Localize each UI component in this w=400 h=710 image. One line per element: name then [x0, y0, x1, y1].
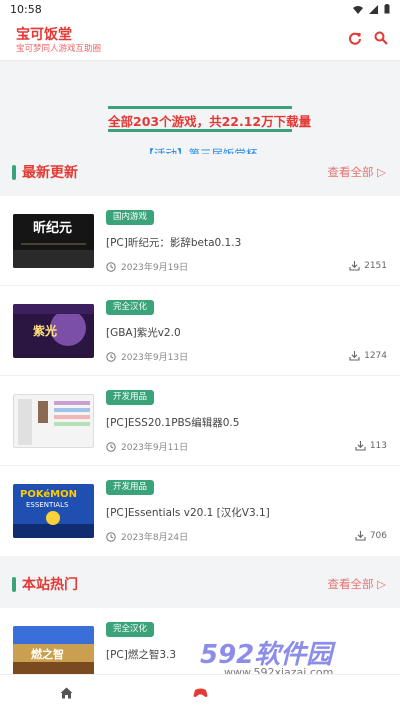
download-count: 2151: [349, 260, 387, 271]
nav-games[interactable]: [192, 685, 208, 701]
download-count-text: 706: [369, 530, 387, 541]
clock-icon: [106, 531, 116, 542]
app-header: 宝可饭堂 宝可梦同人游戏互助圈: [0, 18, 400, 60]
game-thumbnail: POKéMON ESSENTIALS: [13, 484, 94, 538]
category-tag: 开发用品: [106, 480, 155, 495]
update-date: 2023年9月19日: [106, 260, 188, 273]
game-title: [PC]昕纪元：影辞beta0.1.3: [106, 237, 242, 249]
game-thumbnail: 昕纪元: [13, 214, 94, 268]
clock-icon: [106, 351, 116, 362]
refresh-button[interactable]: [347, 30, 363, 46]
section-bar: [12, 164, 16, 180]
update-date: 2023年9月13日: [106, 350, 188, 363]
stats-box: 全部203个游戏，共22.12万下载量: [108, 106, 312, 132]
list-item[interactable]: 昕纪元 国内游戏 [PC]昕纪元：影辞beta0.1.3 2023年9月19日 …: [0, 196, 400, 286]
game-title: [GBA]紫光v2.0: [106, 327, 181, 339]
latest-list: 昕纪元 国内游戏 [PC]昕纪元：影辞beta0.1.3 2023年9月19日 …: [0, 196, 400, 556]
stats-line-top: [108, 106, 292, 109]
list-item[interactable]: POKéMON ESSENTIALS 开发用品 [PC]Essentials v…: [0, 466, 400, 556]
category-tag: 完全汉化: [106, 622, 155, 637]
date-text: 2023年9月11日: [121, 443, 189, 453]
stats-text: 全部203个游戏，共22.12万下载量: [108, 114, 312, 129]
download-count: 1274: [349, 350, 387, 361]
thumbnail-title: 燃之智: [31, 648, 64, 661]
home-icon: [60, 687, 72, 699]
stats-line-bottom: [108, 129, 292, 132]
game-title: [PC]Essentials v20.1 [汉化V3.1]: [106, 507, 270, 519]
system-icons: [353, 4, 390, 14]
date-text: 2023年9月13日: [121, 353, 189, 363]
thumbnail-logo: POKéMON: [20, 489, 78, 500]
update-date: 2023年8月24日: [106, 530, 188, 543]
latest-see-all-link[interactable]: 查看全部 ▷: [328, 164, 387, 180]
category-tag: 国内游戏: [106, 210, 155, 225]
download-count-text: 2151: [364, 260, 387, 271]
section-latest-title: 最新更新: [22, 165, 78, 181]
section-bar: [12, 576, 16, 592]
download-count-text: 1274: [364, 350, 387, 361]
date-text: 2023年9月19日: [121, 263, 189, 273]
list-item[interactable]: 开发用品 [PC]ESS20.1PBS编辑器0.5 2023年9月11日 113: [0, 376, 400, 466]
status-time: 10:58: [10, 2, 42, 16]
refresh-icon: [349, 32, 361, 45]
game-title: [PC]燃之智3.3: [106, 649, 177, 661]
section-latest-header: 最新更新 查看全部 ▷: [0, 154, 400, 190]
popular-see-all-link[interactable]: 查看全部 ▷: [328, 576, 387, 592]
clock-icon: [106, 261, 116, 272]
thumbnail-title: 昕纪元: [33, 221, 73, 236]
update-date: 2023年9月11日: [106, 440, 188, 453]
bottom-nav: [0, 674, 400, 710]
download-icon: [355, 441, 366, 451]
nav-home[interactable]: [58, 685, 74, 701]
watermark: 592软件园 www.592xiazai.com: [200, 634, 396, 679]
battery-icon: [384, 4, 390, 14]
download-count: 113: [355, 440, 387, 451]
game-title: [PC]ESS20.1PBS编辑器0.5: [106, 417, 240, 429]
search-button[interactable]: [373, 30, 389, 46]
wifi-icon: [353, 5, 363, 14]
download-count: 706: [355, 530, 387, 541]
search-icon: [374, 31, 388, 45]
game-thumbnail: [13, 394, 94, 448]
category-tag: 开发用品: [106, 390, 155, 405]
app-title: 宝可饭堂: [16, 27, 72, 43]
date-text: 2023年8月24日: [121, 533, 189, 543]
download-icon: [349, 261, 360, 271]
thumbnail-title: 紫光: [33, 324, 58, 338]
clock-icon: [106, 441, 116, 452]
game-thumbnail: 紫光: [13, 304, 94, 358]
game-icon: [193, 688, 207, 697]
app-subtitle: 宝可梦同人游戏互助圈: [16, 44, 102, 54]
game-thumbnail: 燃之智: [13, 626, 94, 674]
section-popular-title: 本站热门: [22, 577, 78, 593]
banner: 全部203个游戏，共22.12万下载量 【活动】第三届饭堂杯: [0, 62, 400, 162]
category-tag: 完全汉化: [106, 300, 155, 315]
list-item[interactable]: 紫光 完全汉化 [GBA]紫光v2.0 2023年9月13日 1274: [0, 286, 400, 376]
status-bar: 10:58: [0, 0, 400, 18]
download-icon: [355, 531, 366, 541]
signal-icon: [369, 4, 378, 14]
thumbnail-subtitle: ESSENTIALS: [26, 501, 69, 509]
section-popular-header: 本站热门 查看全部 ▷: [0, 566, 400, 602]
download-count-text: 113: [369, 440, 387, 451]
download-icon: [349, 351, 360, 361]
